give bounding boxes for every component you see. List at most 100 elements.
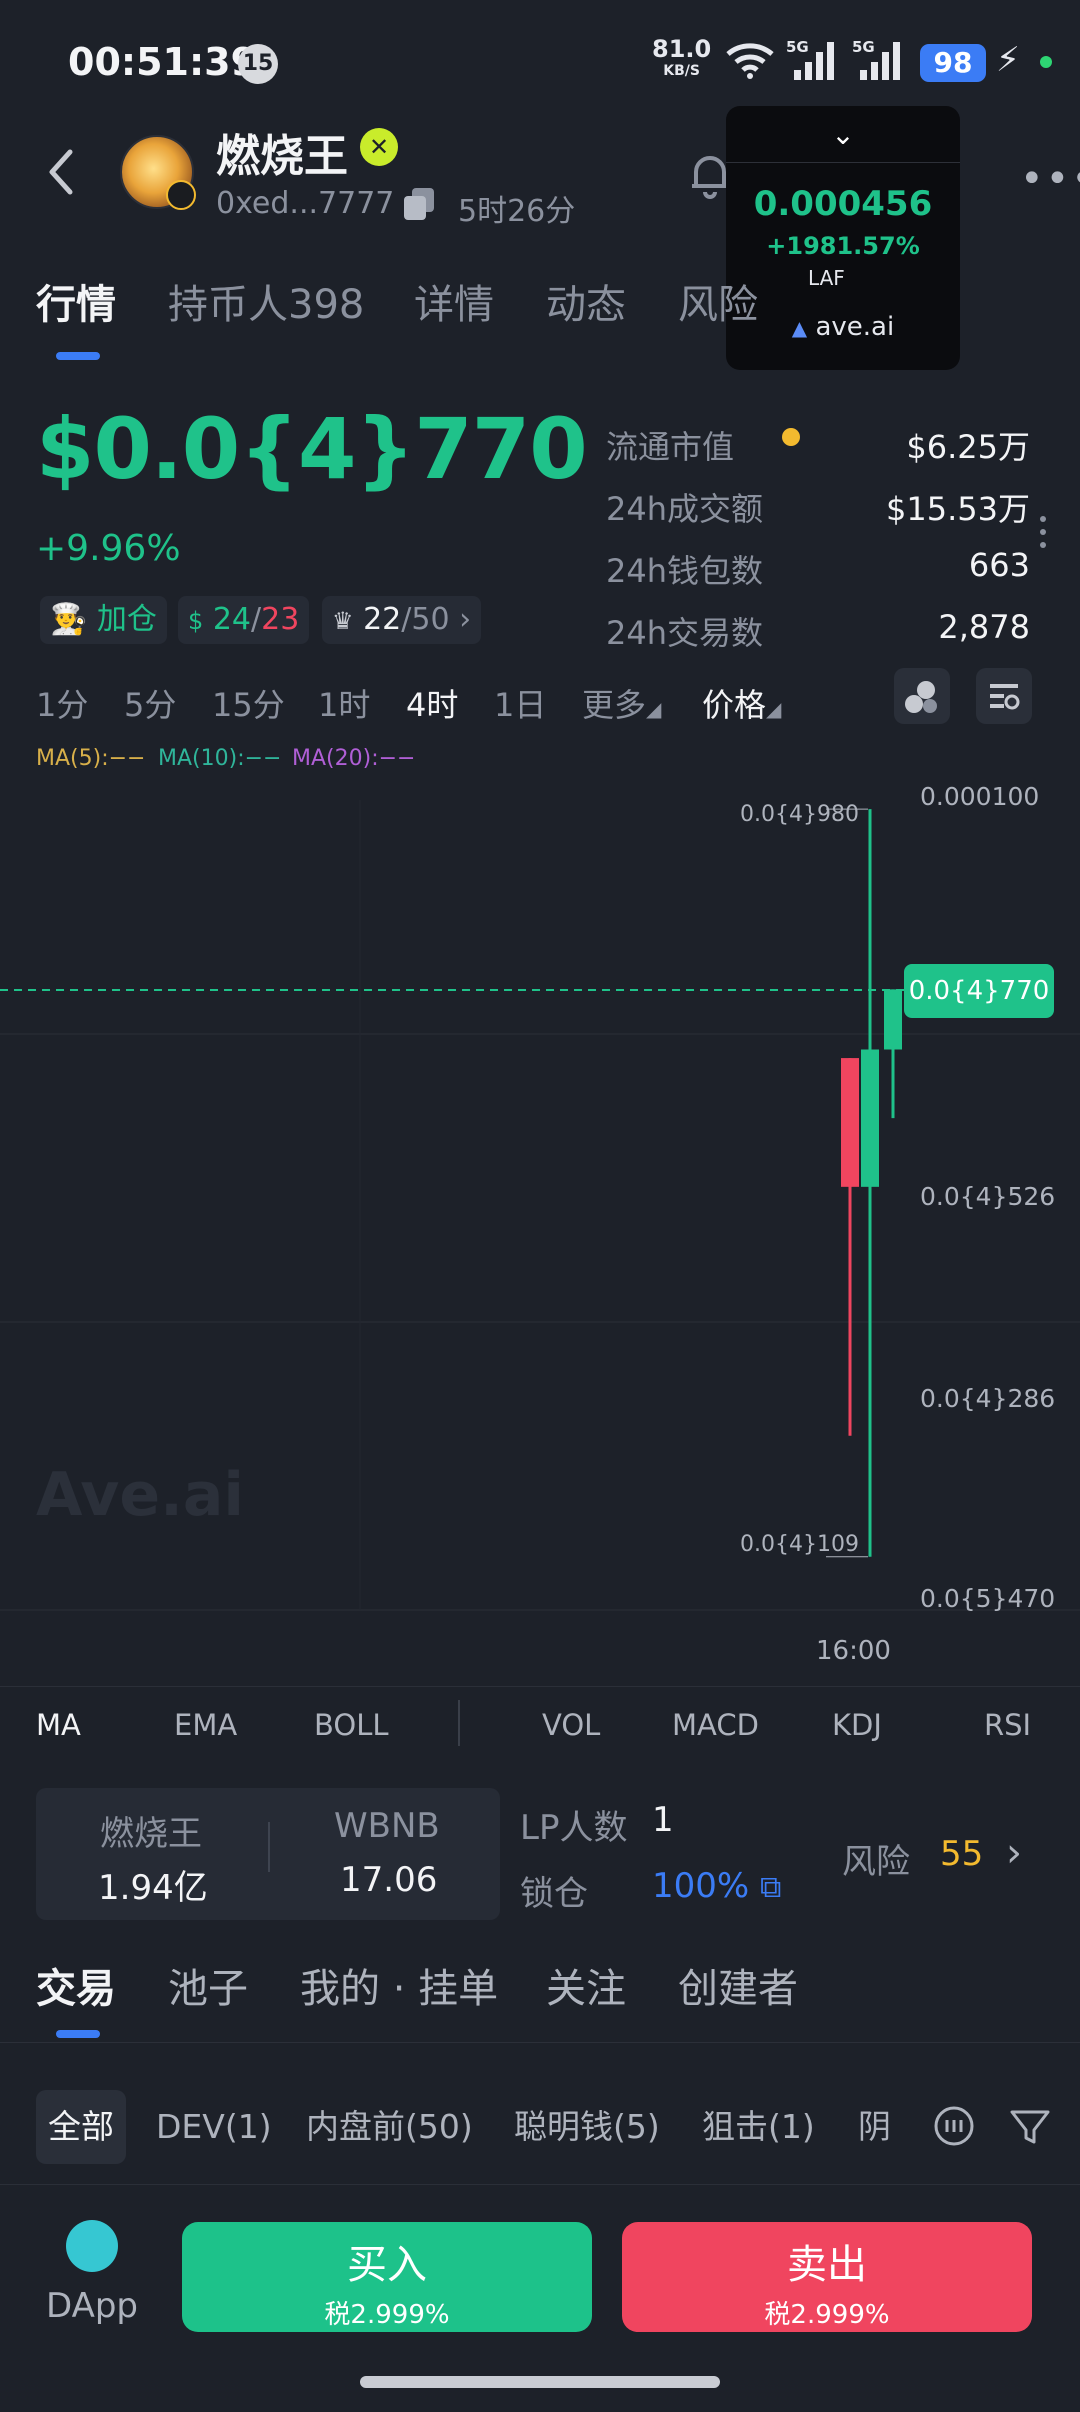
sell-label: 卖出 — [787, 2242, 867, 2288]
tab-holders[interactable]: 持币人398 — [168, 272, 364, 330]
current-price-tag: 0.0{4}770 — [904, 964, 1054, 1018]
tab-creator[interactable]: 创建者 — [678, 1956, 798, 2014]
filter-all[interactable]: 全部 — [36, 2090, 126, 2164]
y-tick-2: 0.0{4}526 — [920, 1182, 1056, 1211]
filter-dev[interactable]: DEV(1) — [144, 2090, 284, 2164]
dropdown-caret-icon: ◢ — [646, 697, 662, 721]
stat-label-volume: 24h成交额 — [606, 490, 764, 528]
bnb-chain-icon — [166, 180, 196, 210]
back-arrow-icon[interactable] — [40, 140, 90, 200]
filter-icon[interactable] — [1002, 2098, 1058, 2154]
timeframe-1d[interactable]: 1日 — [494, 680, 546, 726]
indicator-kdj[interactable]: KDJ — [832, 1708, 882, 1742]
pool-amount-b: 17.06 — [340, 1860, 438, 1900]
timeframe-more[interactable]: 更多◢ — [582, 680, 661, 726]
indicator-vol[interactable]: VOL — [542, 1708, 600, 1742]
indicator-group-divider — [458, 1700, 460, 1746]
tab-risk[interactable]: 风险 — [678, 272, 758, 330]
dropdown-caret-icon: ◢ — [766, 697, 782, 721]
buy-button[interactable]: 买入 税2.999% — [182, 2222, 592, 2332]
add-position-label: 加仓 — [96, 602, 157, 637]
filter-pre-market[interactable]: 内盘前(50) — [294, 2090, 485, 2164]
widget-symbol-text: LAF — [808, 266, 845, 290]
timeframe-1h[interactable]: 1时 — [318, 680, 370, 726]
tab-details[interactable]: 详情 — [414, 272, 494, 330]
chevron-right-icon: › — [459, 602, 472, 637]
chart-settings-button[interactable] — [976, 668, 1032, 724]
tab-activity[interactable]: 动态 — [546, 272, 626, 330]
indicator-macd[interactable]: MACD — [672, 1708, 759, 1742]
rank-total: /50 — [401, 602, 450, 637]
indicator-ma[interactable]: MA — [36, 1708, 81, 1742]
widget-brand-text: ave.ai — [815, 312, 895, 342]
copy-icon[interactable] — [400, 184, 440, 224]
signal-1-label: 5G — [786, 38, 809, 56]
filter-smart-money[interactable]: 聪明钱(5) — [502, 2090, 672, 2164]
ma20-label: MA(20):−− — [292, 746, 416, 771]
tab-trades[interactable]: 交易 — [36, 1956, 116, 2014]
buy-label: 买入 — [347, 2242, 427, 2288]
home-indicator — [360, 2376, 720, 2388]
widget-price-change: +1981.57% — [766, 232, 920, 260]
external-link-icon: ⧉ — [760, 1870, 782, 1905]
pancakeswap-icon[interactable] — [66, 2220, 118, 2272]
timeframe-15m[interactable]: 15分 — [212, 680, 285, 726]
chart-style-button[interactable] — [894, 668, 950, 724]
more-menu-icon[interactable]: ••• — [1020, 156, 1080, 202]
y-tick-4: 0.0{5}470 — [920, 1584, 1056, 1613]
price-chart[interactable] — [0, 770, 1080, 1620]
status-dot-icon — [1040, 56, 1052, 68]
tx-buys: 24 — [212, 602, 252, 637]
indicator-divider — [0, 1686, 1080, 1687]
low-annotation: 0.0{4}109 — [740, 1532, 859, 1557]
indicator-ema[interactable]: EMA — [174, 1708, 237, 1742]
candle-body — [841, 1058, 859, 1187]
candle-body — [861, 1049, 879, 1187]
chevron-down-icon[interactable]: ⌄ — [726, 118, 960, 151]
tab-my-orders[interactable]: 我的 · 挂单 — [300, 1956, 498, 2014]
moneybag-icon: $ — [188, 607, 204, 635]
indicator-rsi[interactable]: RSI — [984, 1708, 1031, 1742]
widget-brand: ▲ ave.ai — [726, 312, 960, 342]
circles-icon — [905, 681, 937, 713]
timeframe-4h[interactable]: 4时 — [406, 680, 458, 726]
stat-value-market-cap: $6.25万 — [906, 428, 1030, 466]
stat-value-volume: $15.53万 — [886, 490, 1030, 528]
risk-score[interactable]: 55 — [940, 1834, 983, 1874]
wifi-icon — [726, 43, 774, 79]
price-mode-select[interactable]: 价格◢ — [702, 680, 781, 726]
tab-pools[interactable]: 池子 — [168, 1956, 248, 2014]
token-address[interactable]: 0xed...7777 — [216, 186, 394, 221]
stat-label-wallets: 24h钱包数 — [606, 552, 764, 590]
bnb-icon — [782, 428, 800, 446]
tab-active-indicator — [56, 352, 100, 360]
add-position-chip[interactable]: 👨‍🍳 加仓 — [40, 596, 167, 644]
y-tick-3: 0.0{4}286 — [920, 1384, 1056, 1413]
indicator-boll[interactable]: BOLL — [314, 1708, 389, 1742]
timeframe-1m[interactable]: 1分 — [36, 680, 88, 726]
widget-symbol: LAF — [782, 266, 845, 446]
tab-market[interactable]: 行情 — [36, 272, 116, 330]
side-handle-icon[interactable] — [1040, 516, 1048, 555]
price-mode-label: 价格 — [702, 686, 767, 724]
floating-price-widget[interactable]: ⌄ 0.000456 +1981.57% LAF ▲ ave.ai — [726, 106, 960, 446]
timeframe-5m[interactable]: 5分 — [124, 680, 176, 726]
tab-watch[interactable]: 关注 — [546, 1956, 626, 2014]
token-name: 燃烧王 — [216, 131, 348, 182]
sell-tax: 税2.999% — [764, 2300, 890, 2330]
rank-chip[interactable]: ♛ 22/50 › — [322, 596, 482, 644]
chevron-right-icon[interactable]: › — [1006, 1830, 1022, 1876]
tx-count-chip[interactable]: $ 24/23 — [178, 596, 310, 644]
lower-tab-indicator — [56, 2030, 100, 2038]
risk-label[interactable]: 风险 — [842, 1834, 910, 1883]
sell-button[interactable]: 卖出 税2.999% — [622, 2222, 1032, 2332]
tx-separator: / — [251, 602, 262, 637]
lock-value-link[interactable]: 100% ⧉ — [652, 1866, 781, 1906]
filter-yin[interactable]: 阴 — [846, 2090, 903, 2164]
network-speed-value: 81.0 — [652, 35, 712, 63]
filter-sniper[interactable]: 狙击(1) — [690, 2090, 827, 2164]
x-tick-time: 16:00 — [816, 1636, 891, 1666]
dapp-label[interactable]: DApp — [46, 2286, 138, 2326]
pool-card[interactable]: 燃烧王 1.94亿 WBNB 17.06 — [36, 1788, 500, 1920]
rabbit-face-icon[interactable] — [926, 2098, 982, 2154]
